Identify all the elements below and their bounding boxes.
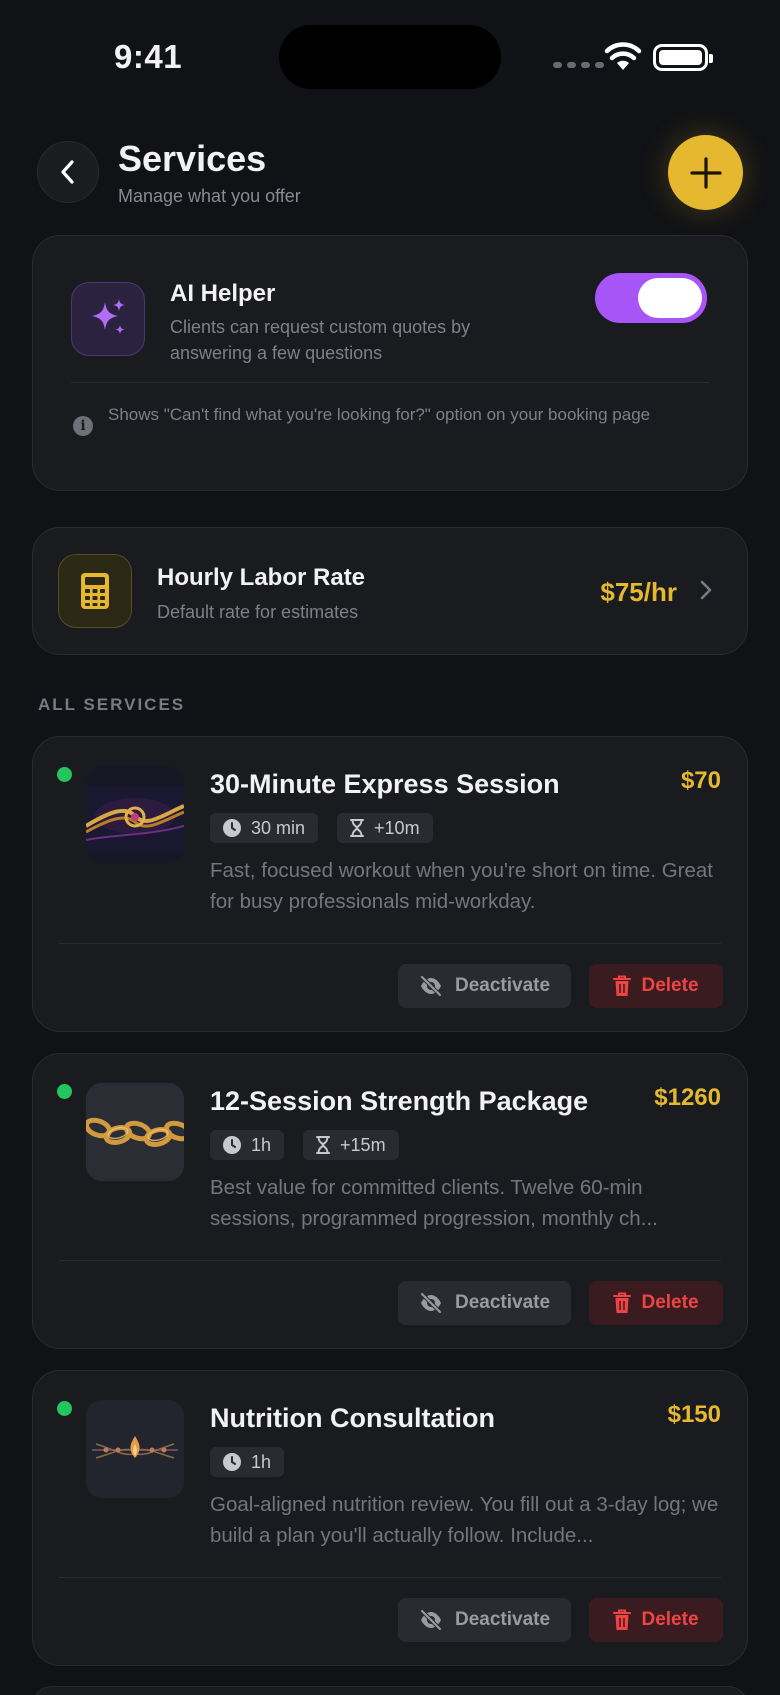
delete-label: Delete <box>641 1292 699 1313</box>
ai-helper-card: AI Helper Clients can request custom quo… <box>32 235 748 491</box>
service-title: 30-Minute Express Session <box>210 769 560 799</box>
duration-chip: 30 min <box>210 813 319 843</box>
clock-icon <box>223 1136 241 1154</box>
service-card[interactable]: Nutrition Consultation $150 1h Goal-alig… <box>32 1370 748 1666</box>
toggle-knob <box>638 278 702 318</box>
divider <box>59 1260 721 1261</box>
active-status-dot <box>57 1084 72 1099</box>
service-card-partial[interactable] <box>32 1686 748 1695</box>
delete-label: Delete <box>641 975 699 996</box>
service-description: Best value for committed clients. Twelve… <box>210 1176 658 1230</box>
deactivate-label: Deactivate <box>454 975 551 996</box>
buffer-label: +10m <box>374 817 420 838</box>
hourglass-icon <box>316 1136 331 1154</box>
divider <box>59 943 721 944</box>
cellular-signal-icon <box>553 62 604 68</box>
deactivate-label: Deactivate <box>454 1292 551 1313</box>
buffer-chip: +10m <box>337 813 433 843</box>
delete-button[interactable]: Delete <box>589 964 723 1008</box>
trash-icon <box>613 975 632 996</box>
duration-label: 1h <box>251 1451 272 1472</box>
delete-label: Delete <box>641 1609 699 1630</box>
plus-icon <box>689 156 722 189</box>
active-status-dot <box>57 1401 72 1416</box>
sparkles-icon <box>71 282 145 356</box>
deactivate-button[interactable]: Deactivate <box>398 1598 571 1642</box>
service-title: 12-Session Strength Package <box>210 1086 589 1116</box>
ai-helper-toggle[interactable] <box>595 273 707 323</box>
info-icon: i <box>73 416 93 436</box>
service-price: $1260 <box>654 1084 721 1111</box>
divider <box>71 382 709 383</box>
buffer-chip: +15m <box>303 1130 399 1160</box>
divider <box>59 1577 721 1578</box>
page-subtitle: Manage what you offer <box>118 186 301 206</box>
service-card[interactable]: 30-Minute Express Session $70 30 min +10… <box>32 736 748 1032</box>
labor-rate-subtitle: Default rate for estimates <box>157 602 359 622</box>
duration-label: 1h <box>251 1134 272 1155</box>
chevron-right-icon <box>700 580 712 600</box>
deactivate-button[interactable]: Deactivate <box>398 964 571 1008</box>
delete-button[interactable]: Delete <box>589 1598 723 1642</box>
service-thumbnail <box>86 1400 184 1498</box>
service-thumbnail <box>86 1083 184 1181</box>
delete-button[interactable]: Delete <box>589 1281 723 1325</box>
status-time: 9:41 <box>114 38 183 75</box>
back-button[interactable] <box>37 141 99 203</box>
duration-label: 30 min <box>251 817 306 838</box>
hourly-labor-rate-row[interactable]: Hourly Labor Rate Default rate for estim… <box>32 527 748 655</box>
section-label-all-services: ALL SERVICES <box>38 695 186 714</box>
service-title: Nutrition Consultation <box>210 1403 495 1433</box>
eye-off-icon <box>420 1610 442 1630</box>
service-price: $150 <box>667 1401 721 1428</box>
dynamic-island <box>279 25 501 89</box>
ai-helper-title: AI Helper <box>170 280 276 307</box>
service-description: Goal-aligned nutrition review. You fill … <box>210 1493 719 1547</box>
ai-helper-description: Clients can request custom quotes by ans… <box>170 317 471 363</box>
status-bar: 9:41 <box>0 0 780 110</box>
deactivate-label: Deactivate <box>454 1609 551 1630</box>
calculator-icon <box>58 554 132 628</box>
active-status-dot <box>57 767 72 782</box>
chevron-left-icon <box>61 160 74 184</box>
clock-icon <box>223 819 241 837</box>
duration-chip: 1h <box>210 1130 285 1160</box>
ai-helper-note: Shows "Can't find what you're looking fo… <box>108 405 651 424</box>
service-price: $70 <box>680 767 721 794</box>
buffer-label: +15m <box>340 1134 386 1155</box>
eye-off-icon <box>420 1293 442 1313</box>
service-thumbnail <box>86 766 184 864</box>
wifi-icon <box>604 42 642 70</box>
deactivate-button[interactable]: Deactivate <box>398 1281 571 1325</box>
labor-rate-value: $75/hr <box>600 577 677 607</box>
service-card[interactable]: 12-Session Strength Package $1260 1h +15… <box>32 1053 748 1349</box>
add-service-button[interactable] <box>668 135 743 210</box>
eye-off-icon <box>420 976 442 996</box>
duration-chip: 1h <box>210 1447 285 1477</box>
hourglass-icon <box>350 819 365 837</box>
trash-icon <box>613 1609 632 1630</box>
battery-icon <box>653 44 713 71</box>
clock-icon <box>223 1453 241 1471</box>
labor-rate-title: Hourly Labor Rate <box>157 564 366 591</box>
page-title: Services <box>118 138 267 179</box>
trash-icon <box>613 1292 632 1313</box>
service-description: Fast, focused workout when you're short … <box>210 859 713 913</box>
